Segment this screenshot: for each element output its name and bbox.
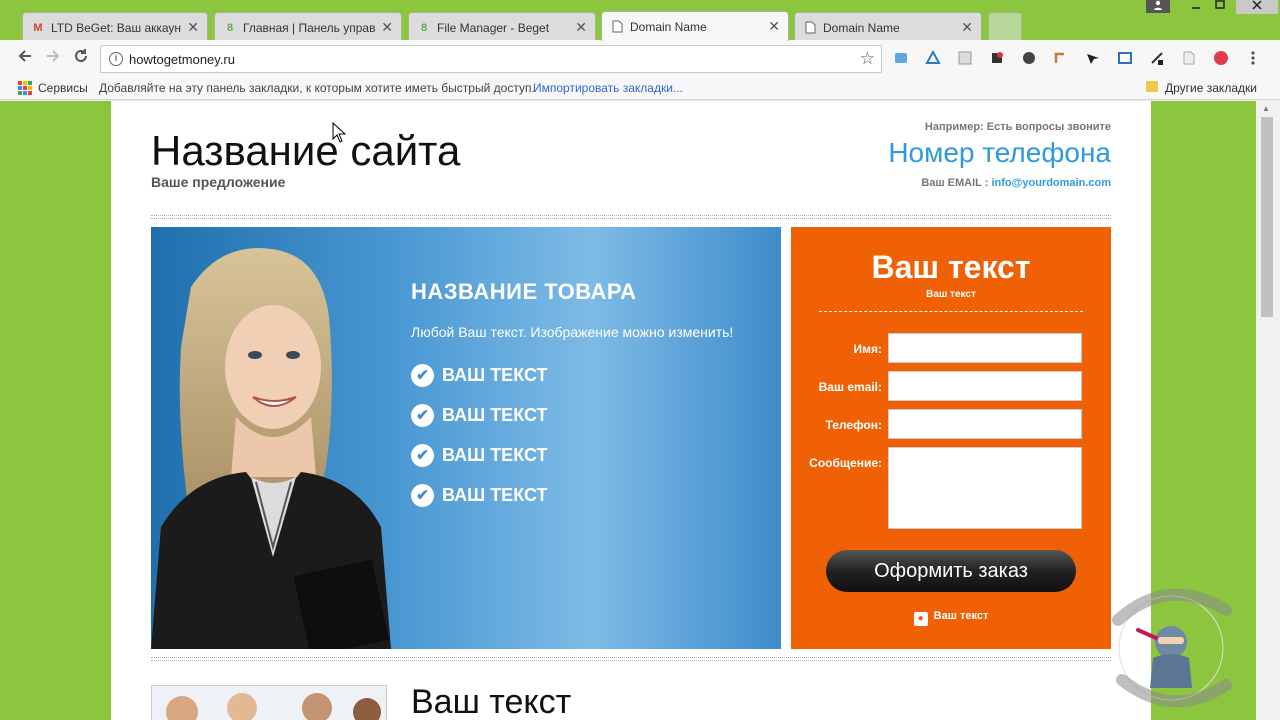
message-label: Сообщение: [809, 456, 882, 470]
site-offer: Ваше предложение [151, 174, 286, 190]
address-bar[interactable]: i howtogetmoney.ru ☆ [100, 45, 882, 73]
extension-icon[interactable] [1180, 50, 1198, 68]
section-divider [151, 657, 1111, 661]
close-tab-icon[interactable]: ✕ [187, 19, 199, 36]
lock-icon: ● [913, 612, 928, 626]
close-window-icon[interactable] [1236, 0, 1278, 14]
other-bookmarks[interactable]: Другие закладки [1165, 81, 1257, 95]
order-form: Ваш текст Ваш текст Имя: Ваш email: Теле… [791, 227, 1111, 649]
header-email: Ваш EMAIL : info@yourdomain.com [921, 177, 1111, 189]
hero-banner: НАЗВАНИЕ ТОВАРА Любой Ваш текст. Изображ… [151, 227, 781, 649]
back-icon[interactable] [14, 47, 36, 69]
apps-link[interactable]: Сервисы [38, 81, 88, 95]
bookmarks-hint: Добавляйте на эту панель закладки, к кот… [99, 81, 535, 95]
maximize-icon[interactable] [1210, 0, 1230, 14]
email-input[interactable] [888, 371, 1082, 401]
close-tab-icon[interactable]: ✕ [381, 19, 393, 36]
section-title: Ваш текст [411, 683, 572, 720]
scrollbar[interactable]: ▲ [1256, 101, 1280, 720]
landing-page: Название сайта Ваше предложение Например… [111, 101, 1151, 720]
name-input[interactable] [888, 333, 1082, 363]
product-title: НАЗВАНИЕ ТОВАРА [411, 279, 637, 304]
message-textarea[interactable] [888, 447, 1082, 529]
extension-icon[interactable] [1020, 50, 1038, 68]
name-label: Имя: [853, 342, 883, 356]
import-bookmarks-link[interactable]: Импортировать закладки... [533, 81, 683, 95]
check-icon: ✔ [411, 363, 434, 387]
bookmarks-bar: Сервисы Добавляйте на эту панель закладк… [0, 76, 1280, 100]
header-phone: Номер телефона [888, 137, 1111, 168]
tab-beget-panel[interactable]: 8 Главная | Панель управ ✕ [214, 12, 402, 42]
close-tab-icon[interactable]: ✕ [575, 19, 587, 36]
check-icon: ✔ [411, 483, 434, 507]
extension-icon[interactable] [892, 50, 910, 68]
apps-icon[interactable] [18, 81, 32, 95]
list-item: ✔ ВАШ ТЕКСТ [411, 355, 548, 395]
team-photo [151, 685, 387, 720]
mouse-cursor-icon [332, 122, 346, 143]
scroll-up-icon[interactable]: ▲ [1262, 104, 1270, 113]
phone-input[interactable] [888, 409, 1082, 439]
list-item: ✔ ВАШ ТЕКСТ [411, 395, 548, 435]
email-label: Ваш EMAIL : [921, 177, 992, 189]
site-title: Название сайта [151, 127, 461, 174]
minimize-icon[interactable] [1186, 0, 1206, 14]
extension-icon[interactable] [988, 50, 1006, 68]
tab-domain-name[interactable]: Domain Name ✕ [794, 12, 982, 42]
bookmark-star-icon[interactable]: ☆ [860, 49, 875, 69]
new-tab-button[interactable] [988, 12, 1022, 42]
menu-icon[interactable] [1244, 50, 1262, 68]
check-icon: ✔ [411, 403, 434, 427]
extension-icon[interactable] [1212, 50, 1230, 68]
feature-list: ✔ ВАШ ТЕКСТ ✔ ВАШ ТЕКСТ ✔ ВАШ ТЕКСТ ✔ ВАШ ТЕ… [411, 355, 548, 515]
extension-icon[interactable] [956, 50, 974, 68]
email-link[interactable]: info@yourdomain.com [991, 177, 1111, 189]
close-tab-icon[interactable]: ✕ [961, 19, 973, 36]
header-divider [151, 215, 1111, 219]
page-viewport: Название сайта Ваше предложение Например… [0, 101, 1256, 720]
gmail-icon: M [33, 21, 43, 34]
hosting-ninja-logo [1112, 588, 1232, 708]
header-note: Например: Есть вопросы звоните [924, 121, 1111, 133]
beget-icon: 8 [226, 21, 234, 34]
extension-icon[interactable] [1084, 50, 1102, 68]
email-label: Ваш email: [818, 380, 882, 394]
form-title: Ваш текст [871, 249, 1031, 285]
reload-icon[interactable] [70, 47, 92, 69]
folder-icon [1146, 81, 1158, 92]
user-profile-icon[interactable] [1146, 0, 1170, 13]
url-text[interactable]: howtogetmoney.ru [129, 52, 235, 67]
scroll-thumb[interactable] [1261, 117, 1273, 317]
order-button[interactable]: Оформить заказ [826, 550, 1076, 592]
check-icon: ✔ [411, 443, 434, 467]
woman-photo [151, 248, 391, 649]
beget-icon: 8 [420, 21, 428, 34]
page-icon [610, 20, 624, 34]
extension-icon[interactable] [1116, 50, 1134, 68]
extension-icon[interactable] [1148, 50, 1166, 68]
list-item: ✔ ВАШ ТЕКСТ [411, 475, 548, 515]
forward-icon[interactable] [42, 47, 64, 69]
form-subtitle: Ваш текст [926, 289, 976, 300]
tab-gmail[interactable]: M LTD BeGet: Ваш аккаунт ✕ [22, 12, 208, 42]
form-divider [819, 311, 1083, 312]
secure-note: ● Ваш текст [791, 610, 1111, 626]
extension-icon[interactable] [924, 49, 942, 68]
list-item: ✔ ВАШ ТЕКСТ [411, 435, 548, 475]
phone-label: Телефон: [825, 418, 882, 432]
close-tab-icon[interactable]: ✕ [768, 18, 780, 35]
product-description: Любой Ваш текст. Изображение можно измен… [411, 324, 734, 340]
tab-domain-name-active[interactable]: Domain Name ✕ [601, 11, 789, 41]
info-icon[interactable]: i [109, 52, 123, 66]
tab-file-manager[interactable]: 8 File Manager - Beget ✕ [408, 12, 596, 42]
extension-icon[interactable] [1052, 50, 1070, 68]
page-icon [803, 21, 817, 35]
